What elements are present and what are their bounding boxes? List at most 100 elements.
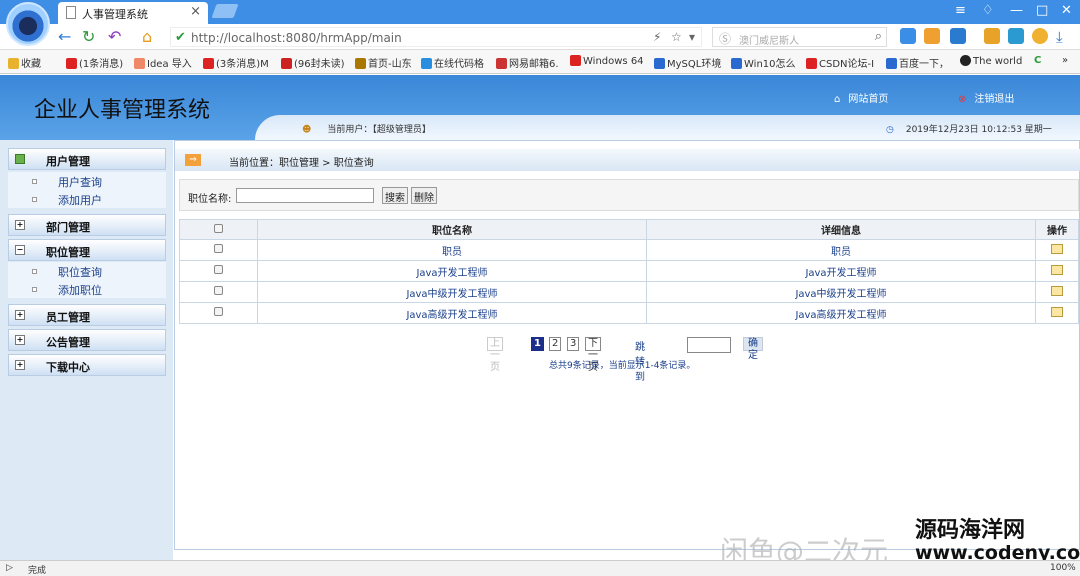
position-name-input[interactable]: [236, 188, 374, 203]
bookmark-item[interactable]: 收藏: [8, 55, 41, 70]
edit-icon[interactable]: [1035, 260, 1079, 282]
sidebar: 用户管理 用户查询 添加用户 + 部门管理 − 职位管理 职位查询 添加职位 + 员工…: [0, 140, 173, 560]
browser-tab[interactable]: 人事管理系统 ×: [58, 2, 208, 24]
edit-icon[interactable]: [1035, 239, 1079, 261]
zoom-level[interactable]: 100%: [1050, 563, 1076, 573]
download-icon[interactable]: ⤓: [1056, 28, 1072, 46]
current-user: ☻ 当前用户：【超级管理员】: [302, 125, 431, 135]
minimize-button[interactable]: —: [1010, 3, 1023, 18]
refresh-icon[interactable]: ↻: [82, 27, 95, 46]
maximize-button[interactable]: □: [1036, 3, 1048, 18]
scissors-icon[interactable]: [950, 28, 966, 44]
search-icon[interactable]: ⌕: [875, 29, 882, 44]
bookmark-item[interactable]: The world: [960, 55, 1022, 67]
sidebar-item-user-query[interactable]: 用户查询: [8, 172, 166, 190]
url-field[interactable]: ✔ http://localhost:8080/hrmApp/main ⚡ ☆ …: [170, 27, 702, 47]
bookmark-item[interactable]: Windows 64: [570, 55, 644, 67]
bookmark-item[interactable]: 首页-山东: [355, 55, 412, 70]
row-checkbox[interactable]: [179, 239, 258, 261]
bookmark-item[interactable]: Win10怎么: [731, 55, 796, 70]
sidebar-section-users[interactable]: 用户管理: [8, 148, 166, 170]
row-checkbox[interactable]: [179, 260, 258, 282]
sidebar-item-add-user[interactable]: 添加用户: [8, 190, 166, 208]
expand-icon: +: [15, 360, 25, 370]
skin-icon[interactable]: ♢: [982, 3, 994, 18]
prev-page-button[interactable]: 上一页: [487, 337, 503, 373]
bookmark-item[interactable]: (3条消息)M: [203, 55, 269, 70]
tab-title: 人事管理系统: [82, 8, 148, 21]
next-page-button[interactable]: 下一页: [585, 337, 601, 373]
detail-cell[interactable]: Java中级开发工程师: [646, 281, 1036, 303]
main-panel: ⇒ 当前位置：职位管理 > 职位查询 职位名称: 搜索 删除 职位名称 详细信息…: [174, 140, 1080, 550]
sidebar-section-employee[interactable]: + 员工管理: [8, 304, 166, 326]
confirm-button[interactable]: 确定: [743, 337, 763, 361]
watermark-right: 源码海洋网www.codeny.com: [915, 518, 1080, 565]
breadcrumb-text: 当前位置：职位管理 > 职位查询: [229, 158, 374, 169]
expand-icon: +: [15, 220, 25, 230]
logout-link[interactable]: ⊗ 注销退出: [958, 90, 1014, 105]
sidebar-section-dept[interactable]: + 部门管理: [8, 214, 166, 236]
home-icon: ⌂: [834, 94, 841, 105]
bolt-icon[interactable]: ⚡: [653, 30, 661, 44]
position-table: 职位名称 详细信息 操作 职员 职员 Java开发工程师 Java开发工程师 J…: [179, 219, 1079, 324]
datetime: ◷ 2019年12月23日 10:12:53 星期一: [886, 125, 1052, 135]
detail-cell[interactable]: Java高级开发工程师: [646, 302, 1036, 324]
col-position-name: 职位名称: [257, 219, 647, 240]
page-3[interactable]: 3: [567, 337, 580, 351]
sidebar-section-position[interactable]: − 职位管理: [8, 239, 166, 261]
back-icon[interactable]: ←: [58, 27, 71, 46]
extension-icon[interactable]: [900, 28, 916, 44]
page-1[interactable]: 1: [531, 337, 544, 351]
search-field[interactable]: Ⓢ 澳门威尼斯人 ⌕: [712, 27, 887, 47]
position-name-cell[interactable]: Java中级开发工程师: [257, 281, 647, 303]
sidebar-section-notice[interactable]: + 公告管理: [8, 329, 166, 351]
col-detail: 详细信息: [646, 219, 1036, 240]
bookmark-item[interactable]: Idea 导入: [134, 55, 192, 70]
menu-icon[interactable]: ≡: [955, 3, 966, 18]
undo-icon[interactable]: ↶: [108, 27, 121, 46]
sidebar-item-add-position[interactable]: 添加职位: [8, 280, 166, 298]
sidebar-section-download[interactable]: + 下载中心: [8, 354, 166, 376]
position-name-cell[interactable]: Java开发工程师: [257, 260, 647, 282]
bookmark-item[interactable]: CSDN论坛-I: [806, 55, 874, 70]
sidebar-toggle-icon[interactable]: ▷: [6, 563, 13, 573]
search-button[interactable]: 搜索: [382, 187, 408, 204]
row-checkbox[interactable]: [179, 302, 258, 324]
col-action: 操作: [1035, 219, 1079, 240]
row-checkbox[interactable]: [179, 281, 258, 303]
home-icon[interactable]: ⌂: [142, 27, 152, 46]
extension-icon[interactable]: [1008, 28, 1024, 44]
close-window-button[interactable]: ✕: [1061, 3, 1072, 18]
detail-cell[interactable]: 职员: [646, 239, 1036, 261]
sidebar-item-position-query[interactable]: 职位查询: [8, 262, 166, 280]
edit-icon[interactable]: [1035, 302, 1079, 324]
edit-icon[interactable]: [1035, 281, 1079, 303]
extension-icon[interactable]: [924, 28, 940, 44]
table-row: 职员 职员: [179, 239, 1079, 261]
jump-page-input[interactable]: [687, 337, 731, 353]
bookmark-item[interactable]: 在线代码格: [421, 55, 484, 70]
new-tab-button[interactable]: [211, 4, 239, 18]
browser-logo-icon: [6, 2, 50, 46]
home-link[interactable]: ⌂ 网站首页: [834, 90, 888, 105]
star-icon[interactable]: ☆: [671, 30, 682, 44]
key-icon[interactable]: [984, 28, 1000, 44]
bookmark-item[interactable]: (1条消息): [66, 55, 123, 70]
bookmark-c-icon[interactable]: C: [1034, 55, 1041, 66]
delete-button[interactable]: 删除: [411, 187, 437, 204]
bookmark-item[interactable]: 网易邮箱6.: [496, 55, 559, 70]
bookmark-item[interactable]: (96封未读): [281, 55, 345, 70]
tab-bar: 人事管理系统 × ≡ ♢ — □ ✕: [0, 0, 1080, 24]
smile-icon[interactable]: [1032, 28, 1048, 44]
position-name-cell[interactable]: 职员: [257, 239, 647, 261]
detail-cell[interactable]: Java开发工程师: [646, 260, 1036, 282]
page-2[interactable]: 2: [549, 337, 562, 351]
position-name-cell[interactable]: Java高级开发工程师: [257, 302, 647, 324]
more-bookmarks-icon[interactable]: »: [1062, 55, 1068, 66]
select-all-cell[interactable]: [179, 219, 258, 240]
bookmarks-bar: 收藏 (1条消息) Idea 导入 (3条消息)M (96封未读) 首页-山东 …: [0, 50, 1080, 74]
tab-close-icon[interactable]: ×: [190, 4, 201, 19]
bookmark-item[interactable]: MySQL环境: [654, 55, 721, 70]
bookmark-item[interactable]: 百度一下，: [886, 55, 949, 70]
chevron-down-icon[interactable]: ▾: [689, 30, 695, 44]
